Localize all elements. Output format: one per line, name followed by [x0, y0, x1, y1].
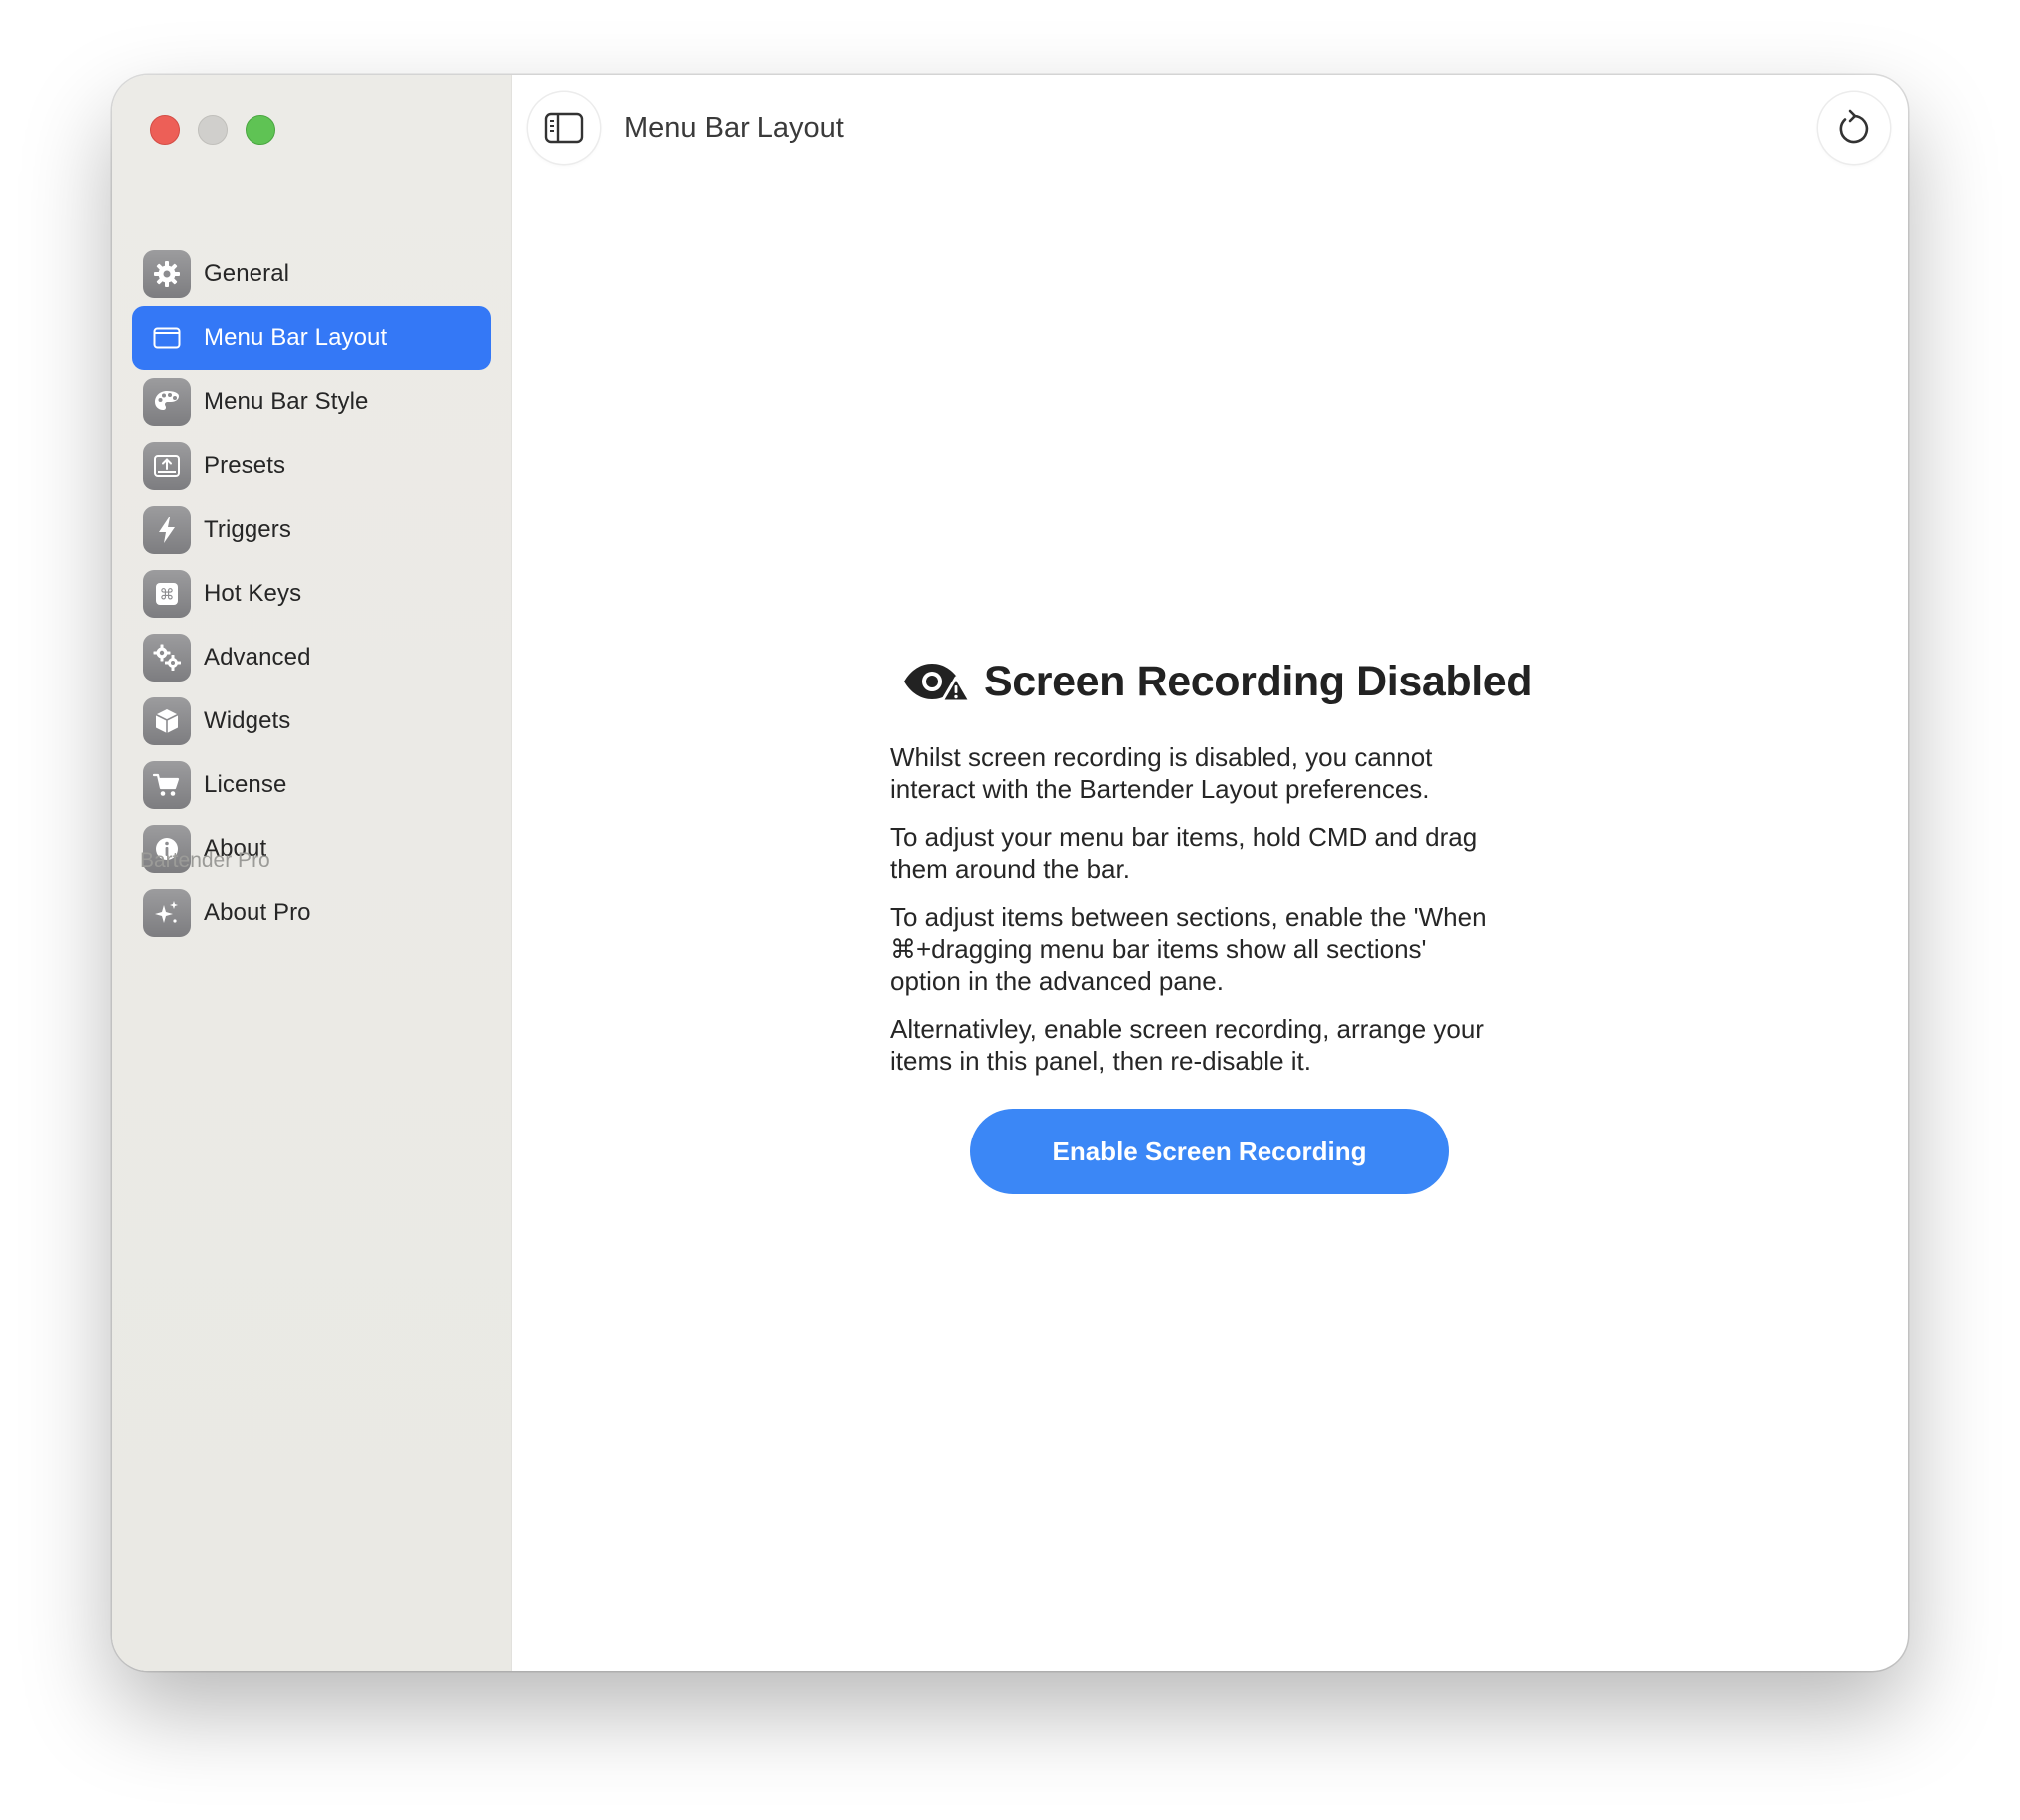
- sidebar-item-label: Menu Bar Layout: [204, 324, 388, 351]
- notice-paragraph: To adjust items between sections, enable…: [890, 901, 1569, 997]
- window-controls: [150, 115, 275, 145]
- enable-screen-recording-button[interactable]: Enable Screen Recording: [970, 1109, 1449, 1194]
- upload-tray-icon: [143, 442, 191, 490]
- sidebar-item-label: Menu Bar Style: [204, 388, 369, 415]
- sidebar-item-label: Triggers: [204, 516, 291, 543]
- refresh-button[interactable]: [1818, 92, 1890, 164]
- minimize-window-button[interactable]: [198, 115, 228, 145]
- notice-line: Alternativley, enable screen recording, …: [890, 1014, 1484, 1044]
- gear-icon: [143, 250, 191, 298]
- sidebar-item-widgets[interactable]: Widgets: [132, 689, 491, 753]
- close-window-button[interactable]: [150, 115, 180, 145]
- page-title: Menu Bar Layout: [624, 112, 844, 144]
- cube-icon: [143, 697, 191, 745]
- sidebar-item-presets[interactable]: Presets: [132, 434, 491, 498]
- palette-icon: [143, 378, 191, 426]
- sidebar-toggle-icon: [544, 112, 584, 144]
- zoom-window-button[interactable]: [246, 115, 275, 145]
- notice-line: To adjust your menu bar items, hold CMD …: [890, 822, 1478, 852]
- notice-line: To adjust items between sections, enable…: [890, 902, 1487, 932]
- notice-line: option in the advanced pane.: [890, 966, 1224, 996]
- sidebar-item-menu-bar-layout[interactable]: Menu Bar Layout: [132, 306, 491, 370]
- sidebar-item-label: Presets: [204, 452, 286, 479]
- notice-title: Screen Recording Disabled: [984, 657, 1533, 705]
- sidebar-item-label: Widgets: [204, 707, 291, 734]
- notice-line: them around the bar.: [890, 854, 1130, 884]
- notice-line: Whilst screen recording is disabled, you…: [890, 742, 1433, 772]
- preferences-window: General Menu Bar Layout Menu Bar Style P…: [112, 75, 1908, 1671]
- sidebar-item-label: Advanced: [204, 644, 311, 671]
- command-key-icon: ⌘: [143, 570, 191, 618]
- svg-text:⌘: ⌘: [160, 586, 175, 604]
- sidebar-item-menu-bar-style[interactable]: Menu Bar Style: [132, 370, 491, 434]
- screen-recording-notice: Screen Recording Disabled Whilst screen …: [890, 654, 1569, 1194]
- window-icon: [143, 314, 191, 362]
- gears-icon: [143, 634, 191, 682]
- sidebar-item-label: License: [204, 771, 287, 798]
- notice-line: interact with the Bartender Layout prefe…: [890, 774, 1430, 804]
- sidebar-item-hot-keys[interactable]: ⌘ Hot Keys: [132, 562, 491, 626]
- sidebar-item-advanced[interactable]: Advanced: [132, 626, 491, 689]
- sidebar-section-title: Bartender Pro: [140, 849, 270, 872]
- sidebar: General Menu Bar Layout Menu Bar Style P…: [112, 75, 512, 1671]
- sidebar-item-license[interactable]: License: [132, 753, 491, 817]
- cart-icon: [143, 761, 191, 809]
- sidebar-nav: General Menu Bar Layout Menu Bar Style P…: [132, 242, 491, 881]
- notice-paragraph: To adjust your menu bar items, hold CMD …: [890, 821, 1569, 885]
- bolt-icon: [143, 506, 191, 554]
- sidebar-item-triggers[interactable]: Triggers: [132, 498, 491, 562]
- sidebar-toggle-button[interactable]: [528, 92, 600, 164]
- notice-line: ⌘+dragging menu bar items show all secti…: [890, 934, 1427, 964]
- notice-line: items in this panel, then re-disable it.: [890, 1046, 1311, 1076]
- refresh-icon: [1839, 109, 1869, 144]
- notice-heading: Screen Recording Disabled: [890, 654, 1569, 709]
- sidebar-item-label: About Pro: [204, 899, 311, 926]
- eye-warning-icon: [904, 664, 972, 703]
- sidebar-item-general[interactable]: General: [132, 242, 491, 306]
- sidebar-item-about-pro[interactable]: About Pro: [132, 881, 491, 945]
- sidebar-item-label: General: [204, 260, 290, 287]
- notice-paragraph: Whilst screen recording is disabled, you…: [890, 741, 1569, 805]
- sidebar-pro-nav: About Pro: [132, 881, 491, 945]
- notice-paragraph: Alternativley, enable screen recording, …: [890, 1013, 1569, 1077]
- sparkles-icon: [143, 889, 191, 937]
- sidebar-item-label: Hot Keys: [204, 580, 302, 607]
